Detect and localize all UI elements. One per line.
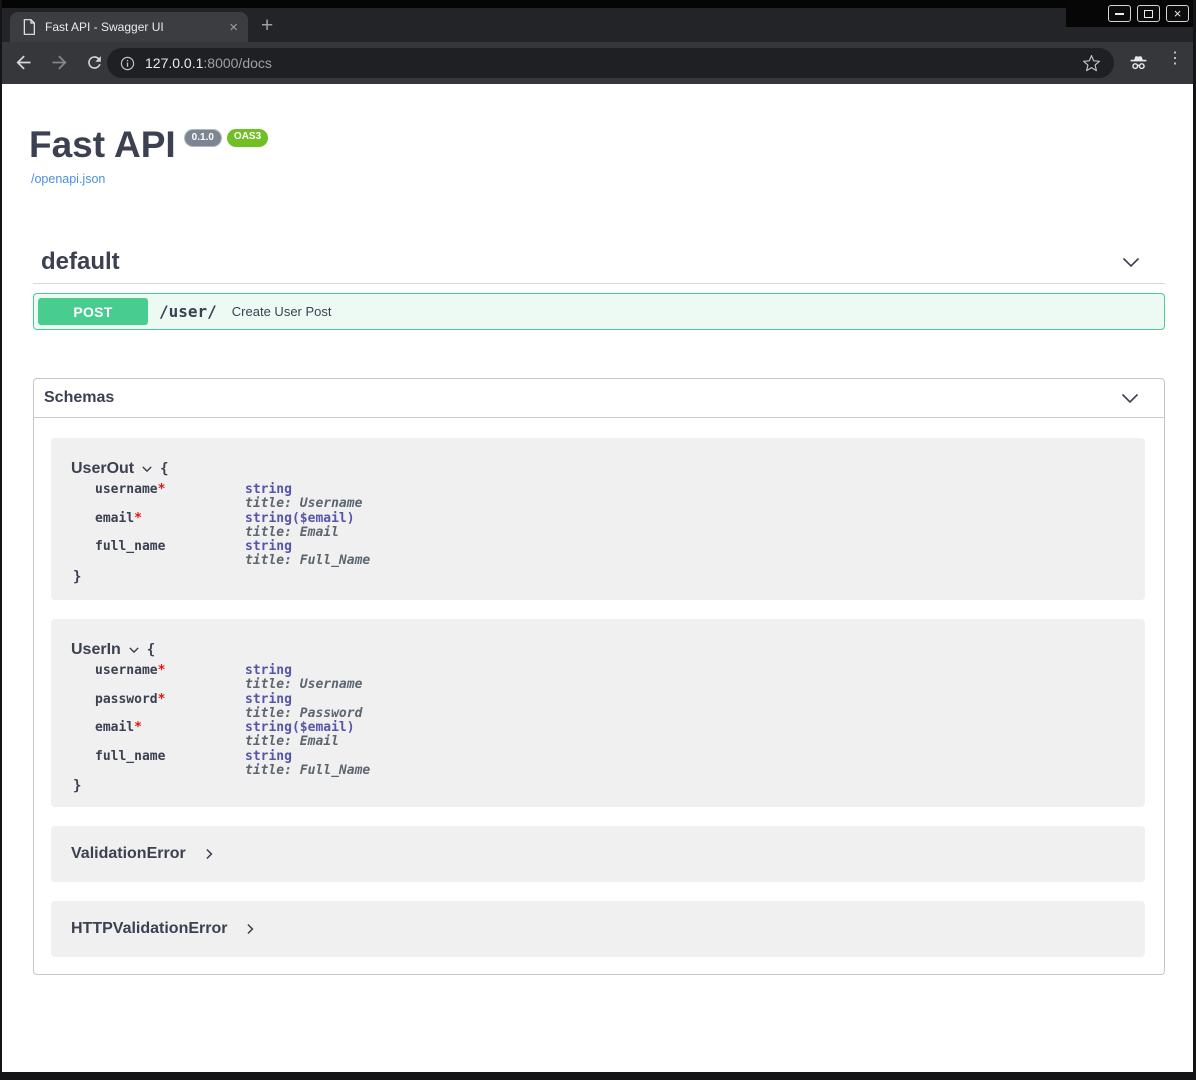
property-type: string [245, 483, 362, 497]
chevron-right-icon[interactable] [244, 922, 256, 936]
property-name: full_name [95, 749, 165, 764]
incognito-icon [1127, 51, 1150, 74]
property-type: string($email) [245, 512, 355, 526]
property-type: string [245, 664, 362, 678]
chevron-down-icon[interactable] [1121, 252, 1141, 272]
property-name: full_name [95, 539, 165, 554]
schemas-section: Schemas UserOut { username* [33, 378, 1165, 975]
tag-section-default[interactable]: default [33, 240, 1165, 284]
url-path: :8000/docs [203, 55, 272, 71]
maximize-icon [1144, 10, 1153, 18]
model-name: UserIn [71, 641, 121, 659]
model-validationerror[interactable]: ValidationError [51, 826, 1145, 882]
tab-title: Fast API - Swagger UI [45, 20, 223, 34]
model-userout: UserOut { username* string title: Userna… [51, 438, 1145, 600]
schema-property: full_name string title: Full_Name [95, 750, 1145, 779]
property-title: title: Username [245, 678, 362, 692]
new-tab-button[interactable]: + [261, 15, 273, 36]
chevron-right-icon[interactable] [203, 847, 215, 861]
brace-open: { [160, 461, 168, 477]
brace-close: } [73, 569, 1145, 585]
property-type: string [245, 540, 370, 554]
schemas-header[interactable]: Schemas [34, 379, 1164, 418]
model-name: ValidationError [71, 845, 186, 863]
schema-property: email* string($email) title: Email [95, 721, 1145, 750]
model-name: UserOut [71, 460, 134, 478]
property-title: title: Email [245, 526, 355, 540]
forward-button[interactable] [49, 52, 70, 73]
property-title: title: Email [245, 735, 355, 749]
schemas-title: Schemas [44, 389, 114, 407]
window-maximize-button[interactable] [1137, 5, 1160, 22]
property-type: string($email) [245, 721, 355, 735]
version-badge: 0.1.0 [184, 129, 222, 147]
property-name: username [95, 482, 158, 497]
property-type: string [245, 750, 370, 764]
schema-property: full_name string title: Full_Name [95, 540, 1145, 569]
reload-button[interactable] [85, 53, 104, 72]
schema-property: username* string title: Username [95, 664, 1145, 693]
page-file-icon [22, 19, 36, 35]
http-method-badge: POST [38, 298, 148, 325]
tag-name: default [41, 248, 120, 276]
window-minimize-button[interactable] [1108, 5, 1131, 22]
minimize-icon [1115, 13, 1124, 15]
site-info-icon[interactable] [119, 55, 136, 72]
schema-property: email* string($email) title: Email [95, 512, 1145, 541]
back-button[interactable] [13, 52, 34, 73]
schema-property: password* string title: Password [95, 693, 1145, 722]
required-star: * [158, 482, 166, 497]
window-controls: × [1108, 5, 1189, 22]
required-star: * [158, 692, 166, 707]
property-name: password [95, 692, 158, 707]
schemas-body: UserOut { username* string title: Userna… [34, 418, 1164, 977]
url-text: 127.0.0.1:8000/docs [145, 55, 272, 71]
browser-menu-icon[interactable]: ⋮ [1167, 51, 1177, 68]
model-properties: username* string title: Username email* … [95, 483, 1145, 569]
chevron-down-icon[interactable] [141, 463, 153, 475]
model-properties: username* string title: Username passwor… [95, 664, 1145, 778]
browser-chrome: Fast API - Swagger UI × + × 127.0.0.1: [0, 0, 1196, 84]
api-title: Fast API [29, 126, 176, 163]
api-badges: 0.1.0 OAS3 [184, 129, 268, 147]
address-bar[interactable]: 127.0.0.1:8000/docs [107, 48, 1114, 78]
property-name: email [95, 511, 134, 526]
property-name: username [95, 663, 158, 678]
oas3-badge: OAS3 [227, 129, 268, 147]
property-title: title: Username [245, 497, 362, 511]
schema-property: username* string title: Username [95, 483, 1145, 512]
openapi-spec-link[interactable]: /openapi.json [31, 172, 105, 186]
operation-post-user[interactable]: POST /user/ Create User Post [33, 293, 1165, 330]
operation-summary: Create User Post [232, 304, 332, 319]
url-host: 127.0.0.1 [145, 55, 203, 71]
model-name: HTTPValidationError [71, 920, 227, 938]
property-title: title: Full_Name [245, 764, 370, 778]
required-star: * [158, 663, 166, 678]
model-userout-toggle[interactable]: UserOut { [71, 460, 1145, 478]
chevron-down-icon[interactable] [1120, 388, 1140, 408]
window-close-button[interactable]: × [1166, 5, 1189, 22]
swagger-page: Fast API 0.1.0 OAS3 /openapi.json defaul… [2, 84, 1193, 1072]
brace-close: } [73, 778, 1145, 794]
model-httpvalidationerror[interactable]: HTTPValidationError [51, 901, 1145, 957]
browser-toolbar: 127.0.0.1:8000/docs ⋮ [0, 42, 1196, 84]
property-title: title: Password [245, 707, 362, 721]
operation-path: /user/ [159, 302, 217, 321]
property-type: string [245, 693, 362, 707]
brace-open: { [147, 642, 155, 658]
tab-close-icon[interactable]: × [229, 20, 238, 35]
bookmark-star-icon[interactable] [1082, 54, 1101, 73]
browser-tab[interactable]: Fast API - Swagger UI × [10, 12, 248, 42]
required-star: * [134, 720, 142, 735]
required-star: * [134, 511, 142, 526]
model-userin-toggle[interactable]: UserIn { [71, 641, 1145, 659]
api-info: Fast API 0.1.0 OAS3 [29, 126, 268, 163]
chevron-down-icon[interactable] [128, 644, 140, 656]
window-titlebar [0, 0, 1196, 8]
property-title: title: Full_Name [245, 554, 370, 568]
model-userin: UserIn { username* string title: Usernam… [51, 619, 1145, 807]
property-name: email [95, 720, 134, 735]
